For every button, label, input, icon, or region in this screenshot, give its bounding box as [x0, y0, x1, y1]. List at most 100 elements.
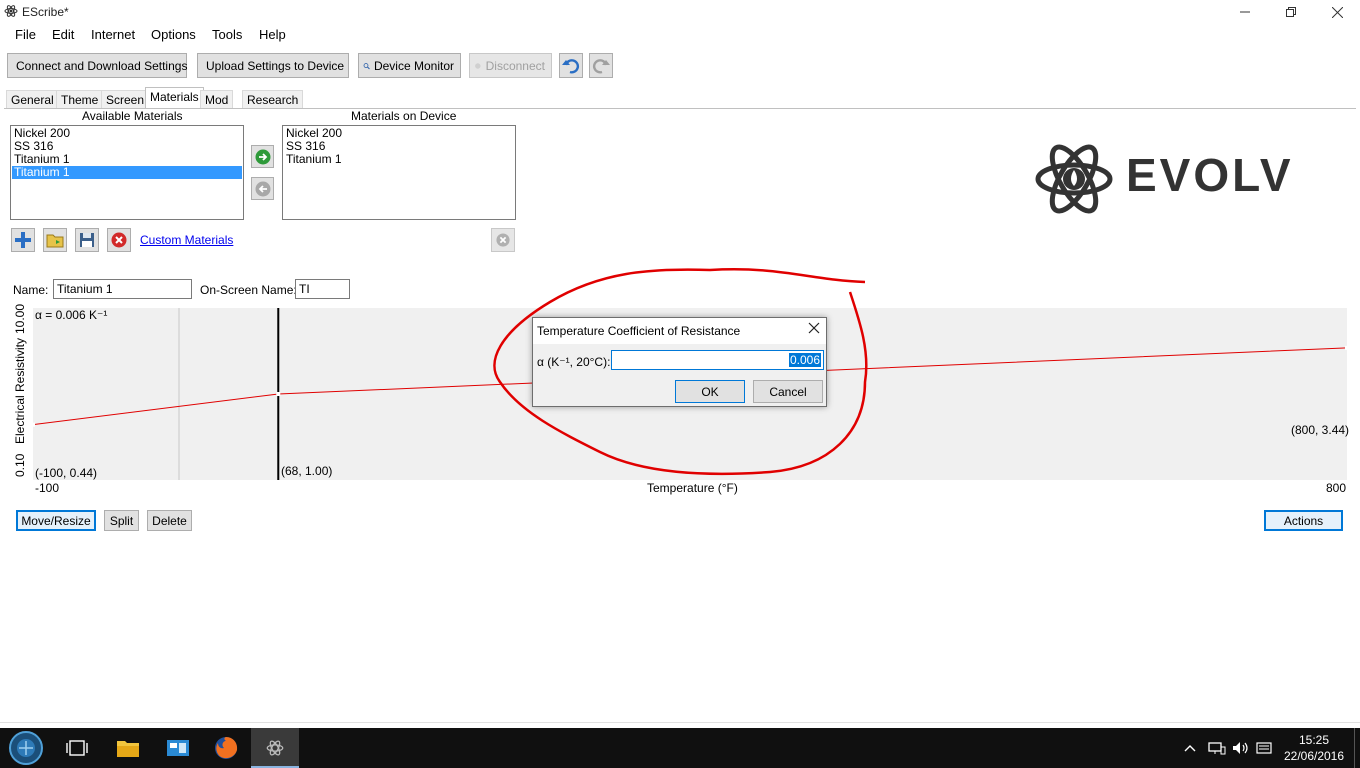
escribe-app-icon — [266, 740, 284, 756]
taskbar-file-explorer[interactable] — [104, 728, 152, 768]
upload-settings-button[interactable]: Upload Settings to Device — [197, 53, 349, 78]
device-materials-title: Materials on Device — [351, 109, 457, 123]
tab-screen[interactable]: Screen — [101, 90, 150, 108]
tab-materials[interactable]: Materials — [145, 87, 204, 109]
keyboard-icon — [1256, 742, 1272, 754]
device-monitor-button[interactable]: Device Monitor — [358, 53, 461, 78]
tray-notifications[interactable] — [1256, 728, 1272, 768]
tray-network[interactable] — [1208, 728, 1226, 768]
move-resize-button[interactable]: Move/Resize — [16, 510, 96, 531]
menu-bar: File Edit Internet Options Tools Help — [0, 24, 1360, 46]
disconnect-label: Disconnect — [485, 58, 545, 73]
split-button[interactable]: Split — [104, 510, 139, 531]
tab-research[interactable]: Research — [242, 90, 304, 108]
add-material-button[interactable] — [11, 228, 35, 252]
task-view-button[interactable] — [53, 728, 101, 768]
tab-theme[interactable]: Theme — [56, 90, 104, 108]
logo-text: EVOLV — [1126, 149, 1294, 201]
floppy-disk-icon — [80, 233, 94, 247]
menu-file[interactable]: File — [15, 27, 36, 42]
delete-icon — [496, 233, 510, 247]
point-label-mid: (68, 1.00) — [281, 464, 333, 478]
device-materials-list[interactable]: Nickel 200 SS 316 Titanium 1 — [282, 125, 516, 220]
undo-icon — [562, 58, 580, 73]
app-window-icon — [167, 740, 189, 756]
x-min-label: -100 — [35, 481, 60, 495]
close-icon — [1331, 6, 1343, 18]
device-monitor-label: Device Monitor — [373, 58, 454, 73]
disconnect-icon — [475, 62, 481, 69]
save-material-button[interactable] — [75, 228, 99, 252]
taskbar-app[interactable] — [154, 728, 202, 768]
start-button[interactable] — [2, 728, 50, 768]
arrow-right-icon — [255, 149, 270, 164]
window-title: EScribe* — [22, 5, 69, 19]
taskbar-escribe[interactable] — [251, 728, 299, 768]
start-orb-icon — [9, 731, 43, 765]
firefox-icon — [215, 737, 238, 759]
restore-icon — [1286, 7, 1296, 17]
close-button[interactable] — [1314, 0, 1360, 24]
tray-volume[interactable] — [1232, 728, 1250, 768]
data-point-0[interactable] — [33, 422, 35, 427]
redo-button[interactable] — [589, 53, 613, 78]
clock-time: 15:25 — [1298, 733, 1330, 747]
onscreen-name-field[interactable]: TI — [295, 279, 350, 299]
delete-button[interactable]: Delete — [147, 510, 192, 531]
tab-general[interactable]: General — [6, 90, 59, 108]
y-max-label: 10.00 — [13, 303, 27, 334]
show-desktop-button[interactable] — [1354, 728, 1360, 768]
menu-internet[interactable]: Internet — [91, 27, 135, 42]
magnifier-icon — [363, 62, 370, 69]
data-point-2[interactable] — [1345, 345, 1347, 350]
delete-icon — [111, 232, 127, 248]
red-circle-annotation — [493, 268, 868, 476]
x-max-label: 800 — [1326, 481, 1347, 495]
tab-divider — [4, 108, 1356, 109]
redo-icon — [592, 58, 610, 73]
alpha-readout: α = 0.006 K⁻¹ — [35, 308, 108, 322]
window-bottom-edge — [0, 722, 1360, 723]
custom-materials-link[interactable]: Custom Materials — [140, 233, 233, 247]
minimize-icon — [1240, 11, 1250, 13]
menu-edit[interactable]: Edit — [52, 27, 74, 42]
point-label-right: (800, 3.44) — [1291, 423, 1350, 437]
restore-button[interactable] — [1268, 0, 1314, 24]
taskbar: 15:25 22/06/2016 — [0, 728, 1360, 768]
evolv-logo: EVOLV — [1034, 134, 1324, 224]
y-min-label: 0.10 — [13, 453, 27, 477]
task-view-icon — [66, 740, 88, 756]
network-icon — [1208, 742, 1226, 755]
menu-help[interactable]: Help — [259, 27, 286, 42]
name-field[interactable]: Titanium 1 — [53, 279, 192, 299]
onscreen-name-label: On-Screen Name: — [200, 283, 297, 297]
minimize-button[interactable] — [1222, 0, 1268, 24]
list-item-selected[interactable]: Titanium 1 — [12, 166, 242, 179]
delete-material-button[interactable] — [107, 228, 131, 252]
connect-download-label: Connect and Download Settings — [16, 58, 188, 73]
plus-icon — [15, 232, 31, 248]
taskbar-firefox[interactable] — [202, 728, 250, 768]
disconnect-button[interactable]: Disconnect — [469, 53, 552, 78]
available-materials-list[interactable]: Nickel 200 SS 316 Titanium 1 Titanium 1 — [10, 125, 244, 220]
folder-icon — [117, 741, 139, 757]
menu-options[interactable]: Options — [151, 27, 196, 42]
open-material-button[interactable] — [43, 228, 67, 252]
name-label: Name: — [13, 283, 49, 297]
menu-tools[interactable]: Tools — [212, 27, 242, 42]
data-point-1[interactable] — [276, 392, 281, 396]
clock-date: 22/06/2016 — [1283, 749, 1345, 763]
connect-download-button[interactable]: Connect and Download Settings — [7, 53, 187, 78]
add-to-device-button[interactable] — [251, 145, 274, 168]
remove-from-device-button[interactable] — [251, 177, 274, 200]
actions-button[interactable]: Actions — [1264, 510, 1343, 531]
chevron-up-icon — [1184, 745, 1196, 752]
remove-device-material-button[interactable] — [491, 228, 515, 252]
tab-mod[interactable]: Mod — [200, 90, 234, 108]
undo-button[interactable] — [559, 53, 583, 78]
arrow-left-icon — [255, 181, 270, 196]
taskbar-clock[interactable]: 15:25 22/06/2016 — [1282, 732, 1346, 764]
list-item[interactable]: Titanium 1 — [284, 153, 514, 166]
tray-chevron[interactable] — [1184, 728, 1196, 768]
title-bar: EScribe* — [0, 0, 1360, 24]
